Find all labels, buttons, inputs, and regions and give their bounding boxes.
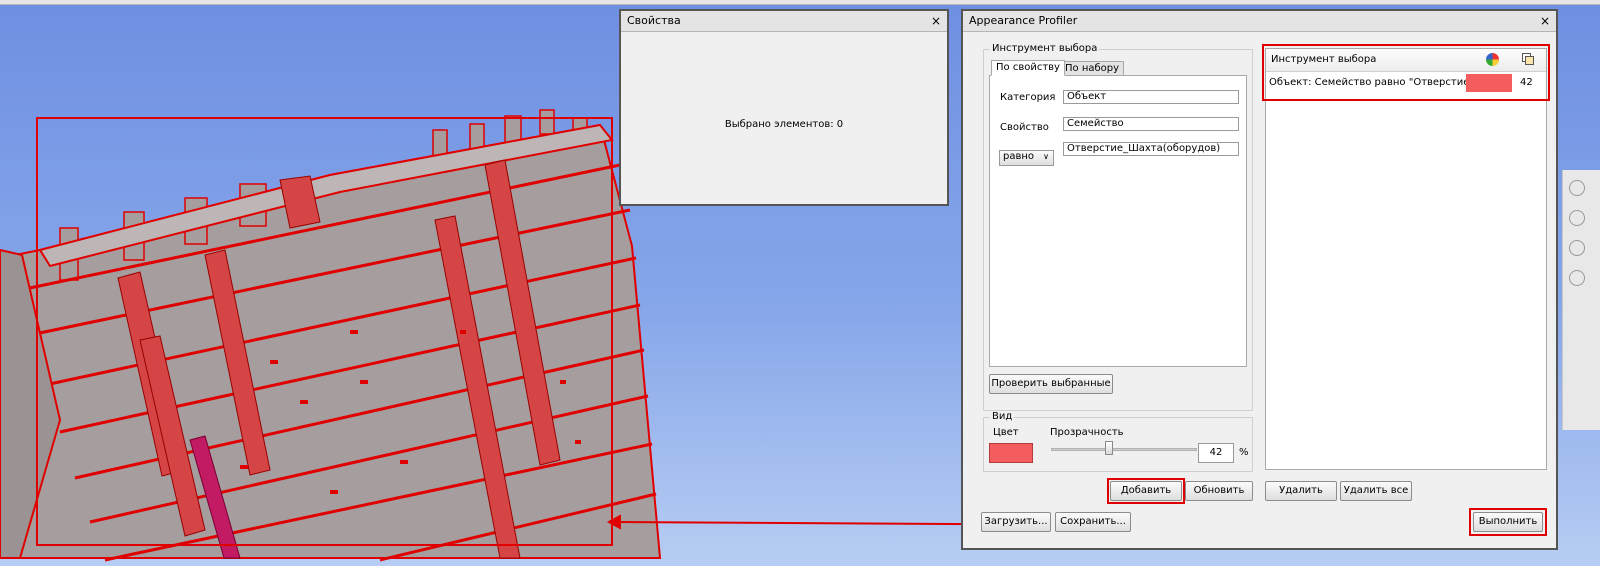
category-field[interactable]: Объект	[1063, 90, 1239, 104]
properties-panel-title: Свойства	[627, 14, 681, 27]
check-selected-button[interactable]: Проверить выбранные	[989, 374, 1113, 394]
properties-content: Выбрано элементов: 0	[625, 35, 943, 200]
transparency-label: Прозрачность	[1050, 427, 1124, 438]
profiler-title: Appearance Profiler	[969, 14, 1078, 27]
right-toolbar	[1562, 170, 1600, 430]
delete-all-button[interactable]: Удалить все	[1340, 481, 1412, 501]
close-icon[interactable]: ×	[1540, 11, 1550, 31]
transparency-unit: %	[1239, 447, 1249, 458]
toolbar-handle-icon[interactable]	[1569, 210, 1585, 226]
color-swatch[interactable]	[989, 443, 1033, 463]
save-button[interactable]: Сохранить...	[1055, 512, 1131, 532]
top-bar	[0, 0, 1600, 5]
load-button[interactable]: Загрузить...	[981, 512, 1051, 532]
operator-value: равно	[1003, 151, 1035, 162]
properties-panel-titlebar: Свойства ×	[621, 11, 947, 32]
property-label: Свойство	[1000, 122, 1049, 133]
appearance-profiler-panel: Appearance Profiler × Инструмент выбора …	[961, 9, 1558, 550]
toolbar-handle-icon[interactable]	[1569, 180, 1585, 196]
run-button-highlight-frame	[1469, 508, 1547, 536]
list-highlight-frame	[1262, 44, 1550, 101]
toolbar-handle-icon[interactable]	[1569, 240, 1585, 256]
chevron-down-icon: ∨	[1043, 152, 1049, 161]
delete-button[interactable]: Удалить	[1265, 481, 1337, 501]
toolbar-handle-icon[interactable]	[1569, 270, 1585, 286]
value-field[interactable]: Отверстие_Шахта(оборудов)	[1063, 142, 1239, 156]
tab-by-property[interactable]: По свойству	[991, 60, 1065, 76]
color-label: Цвет	[993, 427, 1019, 438]
category-label: Категория	[1000, 92, 1056, 103]
selection-list[interactable]: Инструмент выбора Объект: Семейство равн…	[1265, 48, 1547, 470]
transparency-slider-thumb[interactable]	[1105, 441, 1113, 455]
operator-dropdown[interactable]: равно ∨	[999, 150, 1054, 166]
transparency-slider-track[interactable]	[1051, 448, 1197, 451]
transparency-input[interactable]: 42	[1198, 443, 1234, 463]
add-button-highlight-frame	[1107, 478, 1185, 504]
selected-count-label: Выбрано элементов: 0	[724, 119, 844, 130]
update-button[interactable]: Обновить	[1185, 481, 1253, 501]
properties-panel: Свойства × Выбрано элементов: 0	[619, 9, 949, 206]
view-group-label: Вид	[990, 411, 1015, 422]
selection-tool-group-label: Инструмент выбора	[990, 43, 1100, 54]
profiler-titlebar: Appearance Profiler ×	[963, 11, 1556, 32]
property-field[interactable]: Семейство	[1063, 117, 1239, 131]
close-icon[interactable]: ×	[931, 11, 941, 31]
